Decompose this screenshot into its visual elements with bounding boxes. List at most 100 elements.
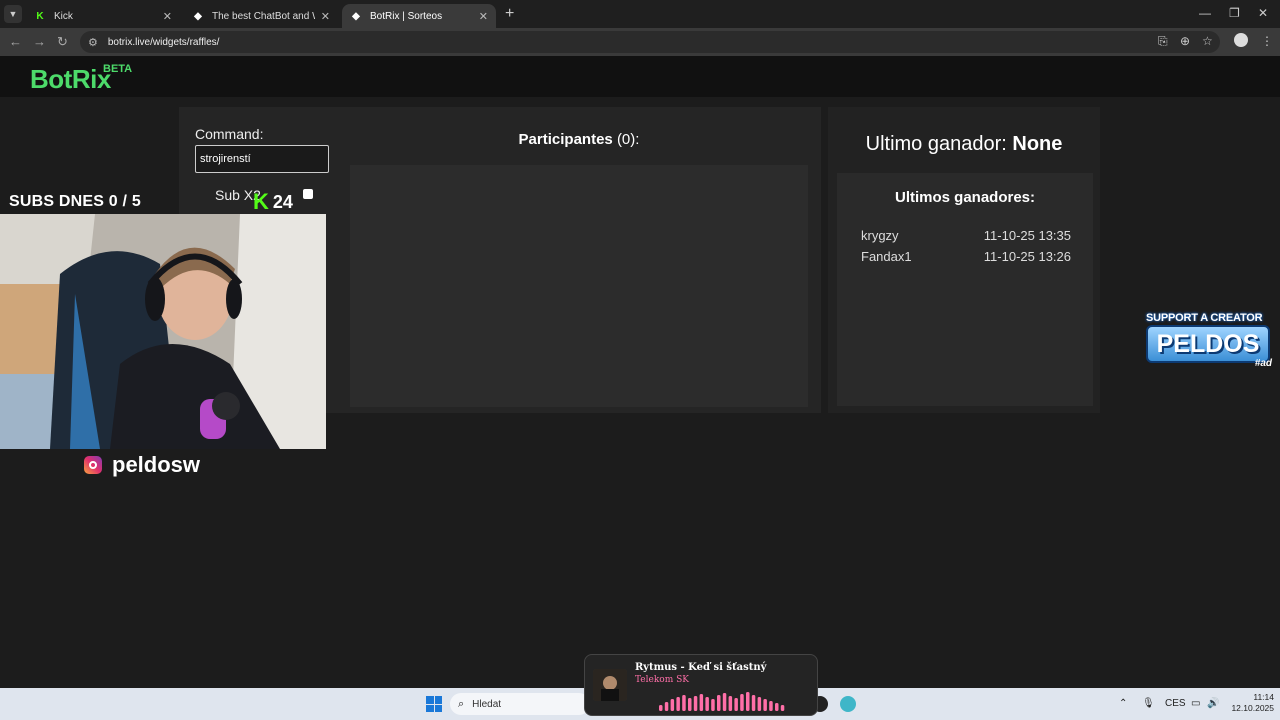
site-info-icon[interactable]: ⚙ (88, 36, 98, 49)
visualizer-bar (717, 695, 721, 711)
last-winner-value: None (1012, 133, 1063, 155)
winners-list (837, 173, 1093, 406)
back-icon[interactable]: ← (9, 34, 22, 49)
clock-date: 12.10.2025 (1231, 703, 1274, 713)
windows-start-icon[interactable] (426, 696, 442, 712)
visualizer-bar (728, 696, 733, 711)
last-winner: Ultimo ganador: None (828, 133, 1100, 156)
beta-badge: BETA (103, 63, 133, 75)
visualizer-bar (757, 697, 762, 711)
translate-icon[interactable]: ⎘ (1158, 34, 1168, 49)
subs-counter: SUBS DNES 0 / 5 (9, 193, 141, 210)
instagram-icon (84, 456, 102, 474)
visualizer-bar (699, 694, 704, 711)
visualizer-bar (682, 695, 686, 711)
tray-chevron-icon[interactable]: ⌃ (1119, 698, 1127, 709)
forward-icon[interactable]: → (33, 34, 46, 49)
reload-icon[interactable]: ↻ (57, 34, 68, 50)
clock-time: 11:14 (1253, 692, 1274, 702)
profile-avatar[interactable] (1234, 33, 1248, 47)
botrix-icon: ◆ (352, 10, 360, 22)
network-icon[interactable]: ▭ (1191, 698, 1200, 709)
participants-label: Participantes (518, 131, 613, 148)
visualizer-bar (659, 705, 663, 711)
support-tag: #ad (1254, 358, 1272, 369)
page-header (0, 56, 1280, 97)
instagram-name: peldosw (112, 452, 201, 477)
kick-icon: K (36, 10, 44, 22)
winner-name: krygzy (861, 228, 899, 243)
zoom-icon[interactable]: ⊕ (1180, 34, 1190, 48)
visualizer-bar (722, 693, 727, 711)
taskbar-clock[interactable]: 11:14 12.10.2025 (1222, 692, 1274, 714)
webcam-overlay (0, 214, 326, 449)
participants-count: (0): (616, 131, 640, 148)
bookmark-star-icon[interactable]: ☆ (1202, 34, 1213, 48)
visualizer-bar (780, 705, 785, 711)
support-main-text: PELDOS (1146, 325, 1270, 363)
winners-title: Ultimos ganadores: (894, 189, 1036, 206)
tab-botrix-chatbot[interactable]: ◆ The best ChatBot and Widgets ✕ (184, 4, 338, 28)
taskbar-search[interactable]: ⌕ Hledat (450, 693, 590, 715)
kick-follower-badge: K 24 (253, 191, 293, 213)
support-top-text: SUPPORT A CREATOR (1146, 312, 1263, 324)
visualizer-bar (688, 698, 692, 711)
kick-count: 24 (272, 191, 293, 212)
winner-row: Fandax1 11-10-25 13:26 (861, 249, 1071, 264)
visualizer-bar (711, 699, 715, 711)
url-text: botrix.live/widgets/raffles/ (107, 36, 220, 48)
winner-row: krygzy 11-10-25 13:35 (861, 228, 1071, 243)
microphone-icon[interactable]: 🎙 (1142, 698, 1155, 709)
volume-icon[interactable]: 🔊 (1207, 698, 1219, 709)
tab-botrix-sorteos[interactable]: ◆ BotRix | Sorteos ✕ (342, 4, 496, 28)
winner-date: 11-10-25 13:26 (983, 249, 1071, 264)
minimize-icon[interactable]: — (1199, 6, 1211, 20)
botrix-logo[interactable]: BotRix (30, 64, 111, 95)
search-icon: ⌕ (458, 697, 465, 710)
close-window-icon[interactable]: ✕ (1258, 6, 1268, 20)
visualizer-bar (676, 697, 680, 711)
visualizer-bar (751, 695, 756, 711)
menu-icon[interactable]: ⋮ (1261, 34, 1273, 48)
participants-list (350, 165, 808, 407)
audio-visualizer (659, 692, 785, 711)
browser-toolbar: ← → ↻ ⚙ botrix.live/widgets/raffles/ ⎘ ⊕… (0, 28, 1280, 56)
language-indicator[interactable]: CES (1165, 698, 1186, 709)
visualizer-bar (705, 697, 709, 711)
visualizer-bar (763, 699, 767, 711)
sub-x2-checkbox[interactable] (303, 189, 313, 199)
visualizer-bar (769, 701, 773, 711)
media-flyout[interactable]: Rytmus - Keď si šťastný Telekom SK (584, 654, 818, 716)
winner-date: 11-10-25 13:35 (983, 228, 1071, 243)
visualizer-bar (734, 698, 738, 711)
close-tab-icon[interactable]: ✕ (163, 10, 172, 23)
command-input[interactable] (195, 145, 329, 173)
tab-search-button[interactable]: ▼ (4, 5, 22, 23)
visualizer-bar (746, 692, 750, 711)
song-title: Rytmus - Keď si šťastný (635, 662, 767, 673)
new-tab-button[interactable]: + (505, 5, 514, 23)
kick-icon: K (253, 189, 269, 214)
address-bar[interactable]: ⚙ botrix.live/widgets/raffles/ (80, 31, 1220, 53)
close-tab-icon[interactable]: ✕ (479, 10, 488, 23)
search-placeholder: Hledat (472, 698, 502, 710)
visualizer-bar (664, 702, 669, 711)
visualizer-bar (670, 699, 675, 711)
close-tab-icon[interactable]: ✕ (321, 10, 330, 23)
tab-title: Kick (54, 10, 73, 22)
winner-name: Fandax1 (861, 249, 912, 264)
taskbar-app-icon[interactable] (840, 696, 856, 712)
participants-title: Participantes (0): (350, 131, 808, 148)
album-art (593, 669, 627, 701)
visualizer-bar (693, 696, 698, 711)
tab-strip: ▼ K Kick ✕ ◆ The best ChatBot and Widget… (0, 0, 1280, 28)
restore-icon[interactable]: ❐ (1229, 6, 1240, 20)
instagram-handle: peldosw (84, 452, 200, 478)
command-label: Command: (195, 126, 264, 142)
tab-title: The best ChatBot and Widgets (212, 10, 315, 22)
tab-kick[interactable]: K Kick ✕ (26, 4, 180, 28)
visualizer-bar (740, 694, 744, 711)
tab-title: BotRix | Sorteos (370, 10, 443, 22)
last-winner-label: Ultimo ganador: (865, 133, 1007, 155)
support-creator-banner: SUPPORT A CREATOR PELDOS #ad (1146, 312, 1278, 374)
